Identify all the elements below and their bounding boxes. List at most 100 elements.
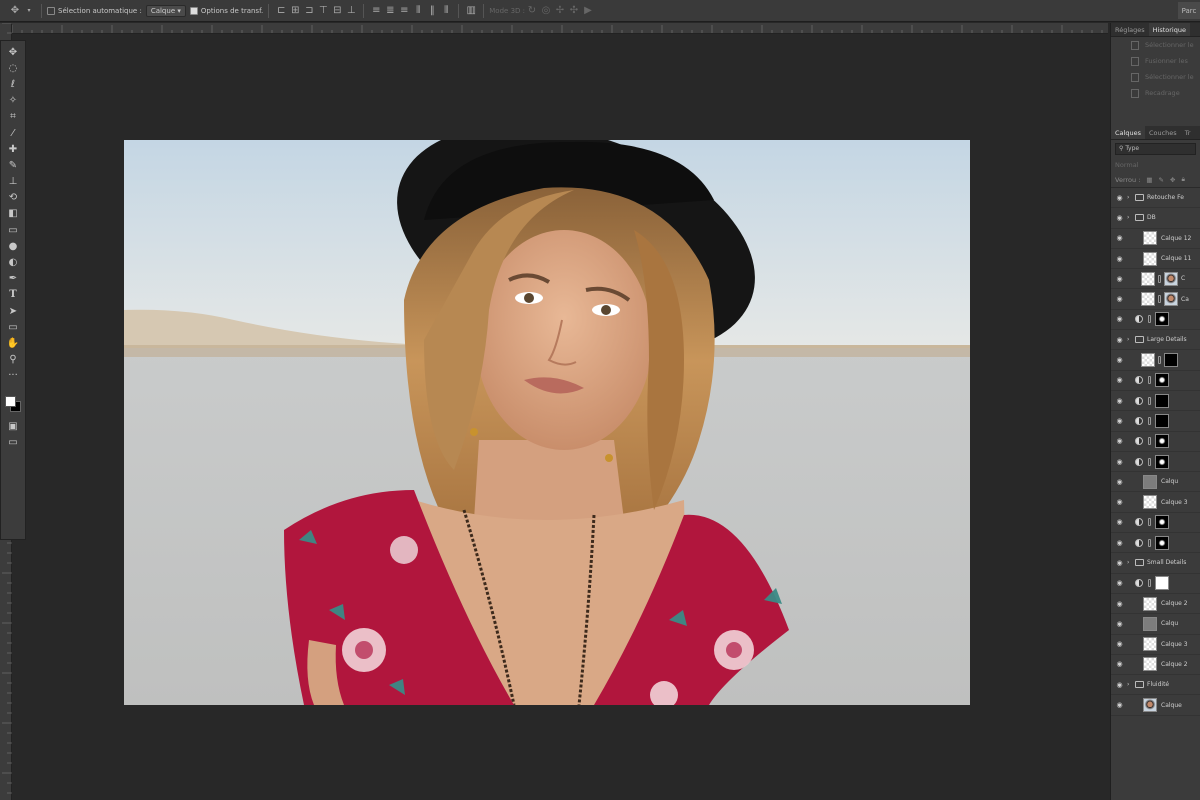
layer-thumbnail[interactable] xyxy=(1143,495,1157,510)
layer-row[interactable]: ◉ Calque 11 xyxy=(1111,249,1200,270)
layer-mask-thumbnail[interactable] xyxy=(1155,434,1169,449)
link-icon[interactable] xyxy=(1158,356,1161,365)
layer-row[interactable]: ◉ xyxy=(1111,350,1200,371)
visibility-eye-icon[interactable]: ◉ xyxy=(1115,681,1124,689)
history-item[interactable]: Recadrage xyxy=(1111,85,1200,101)
visibility-eye-icon[interactable]: ◉ xyxy=(1115,397,1124,405)
auto-select-dropdown[interactable]: Calque ▾ xyxy=(145,4,186,17)
layer-row[interactable]: ◉ xyxy=(1111,533,1200,554)
layer-thumbnail[interactable] xyxy=(1141,353,1155,368)
type-icon[interactable]: T xyxy=(4,287,22,303)
layer-row[interactable]: ◉ Calque 2 xyxy=(1111,655,1200,676)
path-select-icon[interactable]: ➤ xyxy=(4,303,22,319)
tab-layers[interactable]: Calques xyxy=(1111,126,1145,139)
layer-thumbnail[interactable] xyxy=(1143,251,1157,266)
layer-row[interactable]: ◉ xyxy=(1111,411,1200,432)
workspace-button[interactable]: Parc xyxy=(1178,2,1200,19)
lasso-icon[interactable]: ℓ xyxy=(4,76,22,92)
visibility-eye-icon[interactable]: ◉ xyxy=(1115,417,1124,425)
layer-thumbnail[interactable] xyxy=(1143,657,1157,672)
layer-row[interactable]: ◉ xyxy=(1111,513,1200,534)
link-icon[interactable] xyxy=(1158,274,1161,283)
layer-thumbnail[interactable] xyxy=(1143,596,1157,611)
layer-row[interactable]: ◉ Calque xyxy=(1111,695,1200,716)
layer-mask-thumbnail[interactable] xyxy=(1164,271,1178,286)
layer-group-row[interactable]: ◉ › DB xyxy=(1111,208,1200,229)
tab-paths[interactable]: Tr xyxy=(1181,126,1195,139)
link-icon[interactable] xyxy=(1158,295,1161,304)
layer-group-row[interactable]: ◉ › Fluidité xyxy=(1111,675,1200,696)
orbit-3d-icon[interactable]: ↻ xyxy=(525,4,539,18)
visibility-eye-icon[interactable]: ◉ xyxy=(1115,437,1124,445)
distribute-center-icon[interactable]: ‖ xyxy=(425,4,439,18)
visibility-eye-icon[interactable]: ◉ xyxy=(1115,458,1124,466)
distribute-top-icon[interactable]: ≡ xyxy=(369,4,383,18)
link-icon[interactable] xyxy=(1148,376,1151,385)
zoom-icon[interactable]: ⚲ xyxy=(4,352,22,368)
layer-thumbnail[interactable] xyxy=(1141,271,1155,286)
lock-paint-icon[interactable]: ✎ xyxy=(1159,176,1164,184)
blend-mode-dropdown[interactable]: Normal xyxy=(1115,161,1139,169)
align-right-icon[interactable]: ⊐ xyxy=(302,4,316,18)
align-bottom-icon[interactable]: ⊥ xyxy=(344,4,358,18)
visibility-eye-icon[interactable]: ◉ xyxy=(1115,640,1124,648)
visibility-eye-icon[interactable]: ◉ xyxy=(1115,620,1124,628)
foreground-color-swatch[interactable] xyxy=(5,395,16,407)
layer-mask-thumbnail[interactable] xyxy=(1155,454,1169,469)
distribute-middle-icon[interactable]: ≣ xyxy=(383,4,397,18)
visibility-eye-icon[interactable]: ◉ xyxy=(1115,539,1124,547)
layer-row[interactable]: ◉ xyxy=(1111,432,1200,452)
align-center-icon[interactable]: ⊞ xyxy=(288,4,302,18)
slide-3d-icon[interactable]: ✣ xyxy=(567,4,581,18)
layer-row[interactable]: ◉ xyxy=(1111,574,1200,594)
layer-row[interactable]: ◉ Calque 12 xyxy=(1111,229,1200,249)
more-icon[interactable]: ··· xyxy=(4,368,22,384)
link-icon[interactable] xyxy=(1148,396,1151,405)
brush-icon[interactable]: ✎ xyxy=(4,157,22,173)
layer-row[interactable]: ◉ xyxy=(1111,452,1200,473)
visibility-eye-icon[interactable]: ◉ xyxy=(1115,234,1124,242)
lock-position-icon[interactable]: ✥ xyxy=(1170,176,1175,184)
color-swatches[interactable] xyxy=(3,388,23,412)
history-item[interactable]: Fusionner les xyxy=(1111,53,1200,69)
crop-icon[interactable]: ⌗ xyxy=(4,109,22,125)
move-icon[interactable]: ✥ xyxy=(4,44,22,60)
shape-icon[interactable]: ▭ xyxy=(4,319,22,335)
chevron-down-icon[interactable]: ▾ xyxy=(22,4,36,18)
align-left-icon[interactable]: ⊏ xyxy=(274,4,288,18)
group-chevron-icon[interactable]: › xyxy=(1127,336,1129,343)
layer-thumbnail[interactable] xyxy=(1143,231,1157,246)
drag-3d-icon[interactable]: ✢ xyxy=(553,4,567,18)
history-brush-icon[interactable]: ⟲ xyxy=(4,190,22,206)
layer-row[interactable]: ◉ Calque 3 xyxy=(1111,492,1200,513)
auto-select-checkbox[interactable] xyxy=(47,6,55,15)
visibility-eye-icon[interactable]: ◉ xyxy=(1115,478,1124,486)
document-canvas-image[interactable] xyxy=(124,140,970,705)
gradient-icon[interactable]: ▭ xyxy=(4,222,22,238)
history-item[interactable]: Sélectionner le xyxy=(1111,37,1200,53)
tab-channels[interactable]: Couches xyxy=(1145,126,1181,139)
layer-filter-dropdown[interactable]: ⚲ Type xyxy=(1115,142,1196,155)
visibility-eye-icon[interactable]: ◉ xyxy=(1115,600,1124,608)
layer-mask-thumbnail[interactable] xyxy=(1164,292,1178,307)
visibility-eye-icon[interactable]: ◉ xyxy=(1115,376,1124,384)
group-chevron-icon[interactable]: › xyxy=(1127,214,1129,221)
auto-align-icon[interactable]: ▥ xyxy=(464,4,478,18)
visibility-eye-icon[interactable]: ◉ xyxy=(1115,275,1124,283)
layer-row[interactable]: ◉ C xyxy=(1111,269,1200,290)
layer-mask-thumbnail[interactable] xyxy=(1155,413,1169,428)
layer-thumbnail[interactable] xyxy=(1143,698,1157,713)
clone-stamp-icon[interactable]: ⊥ xyxy=(4,174,22,190)
layer-mask-thumbnail[interactable] xyxy=(1155,312,1169,327)
pen-icon[interactable]: ✒ xyxy=(4,271,22,287)
distribute-right-icon[interactable]: ⫴ xyxy=(439,4,453,18)
magic-wand-icon[interactable]: ✧ xyxy=(4,93,22,109)
link-icon[interactable] xyxy=(1148,538,1151,547)
layer-row[interactable]: ◉ xyxy=(1111,310,1200,331)
link-icon[interactable] xyxy=(1148,437,1151,446)
visibility-eye-icon[interactable]: ◉ xyxy=(1115,336,1124,344)
align-middle-icon[interactable]: ⊟ xyxy=(330,4,344,18)
align-top-icon[interactable]: ⊤ xyxy=(316,4,330,18)
layer-row[interactable]: ◉ Ca xyxy=(1111,289,1200,310)
visibility-eye-icon[interactable]: ◉ xyxy=(1115,579,1124,587)
